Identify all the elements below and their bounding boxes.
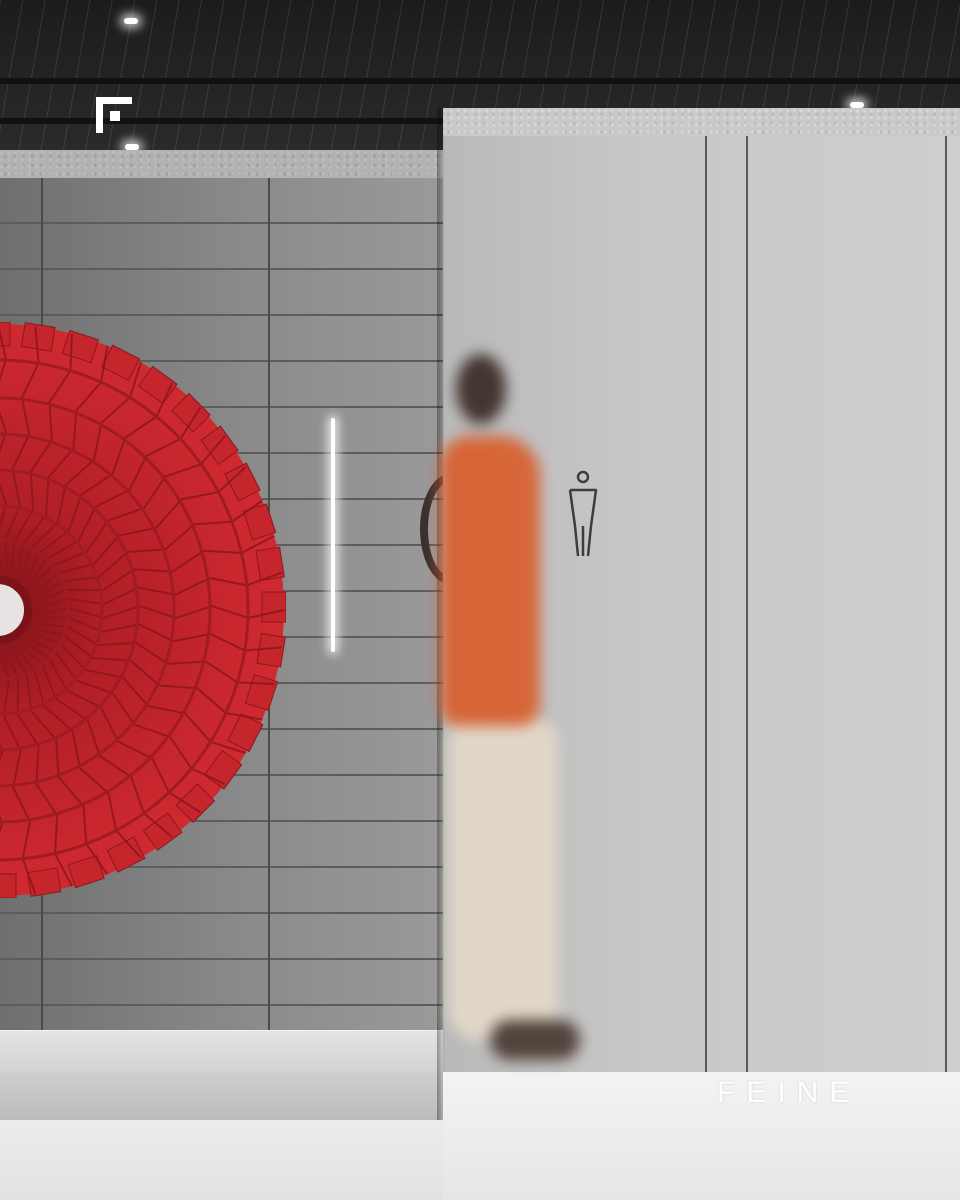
door-seam	[746, 136, 748, 1072]
brand-watermark: FEINE	[717, 1076, 861, 1109]
door-seam	[705, 136, 707, 1072]
concrete-band	[443, 108, 960, 136]
corner-bracket-logo-icon	[96, 97, 132, 133]
red-radial-sculpture	[0, 322, 286, 898]
bench-front	[0, 1072, 443, 1122]
ceiling-spotlight	[124, 18, 138, 24]
walking-person	[420, 340, 610, 1080]
person-shoe	[490, 1020, 580, 1060]
person-torso	[440, 436, 540, 726]
floor	[443, 1072, 960, 1200]
led-light-strip	[331, 418, 335, 652]
door-seam	[945, 136, 947, 1072]
floor	[0, 1120, 443, 1200]
bench-top	[0, 1030, 443, 1073]
person-legs	[448, 720, 558, 1040]
concrete-band	[0, 150, 443, 178]
person-head	[456, 354, 506, 424]
ceiling-beam	[0, 78, 960, 84]
photo-scene: FEINE	[0, 0, 960, 1200]
